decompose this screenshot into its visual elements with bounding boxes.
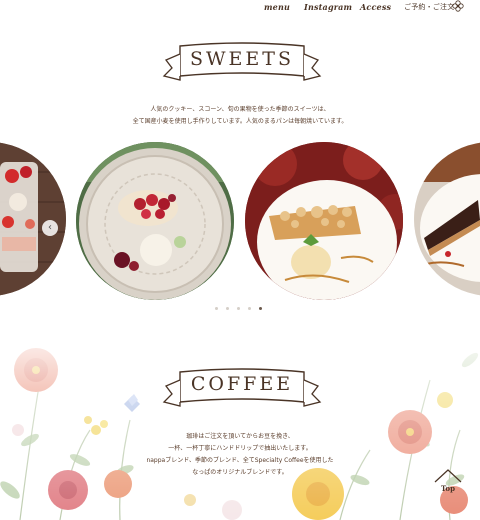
coffee-desc-line: 珈琲はご注文を頂いてからお豆を挽き、 <box>186 433 294 440</box>
carousel-prev-button[interactable]: ‹ <box>42 220 58 236</box>
coffee-desc-line: 一杯、一杯丁寧にハンドドリップで抽出いたします。 <box>168 445 312 452</box>
carousel-slide-crumble[interactable] <box>245 142 403 300</box>
flower-icon <box>452 0 464 12</box>
back-to-top-label: Top <box>441 484 455 493</box>
back-to-top-button[interactable]: Top <box>432 466 464 496</box>
coffee-desc-line: nappaブレンド、季節のブレンド、全てSpecialty Coffeeを使用し… <box>146 457 334 464</box>
carousel-slide-berry-dessert[interactable] <box>76 142 234 300</box>
sweets-carousel[interactable]: ‹ <box>0 140 480 310</box>
sweets-desc-line: 人気のクッキー、スコーン、旬の果物を使った季節のスイーツは、 <box>150 106 330 113</box>
nav-link-menu[interactable]: menu <box>264 2 290 12</box>
coffee-desc-line: なっぱのオリジナルブレンドです。 <box>192 469 288 476</box>
coffee-title: COFFEE <box>190 373 294 395</box>
carousel-slide-chocolate-tart[interactable] <box>414 142 480 296</box>
sweets-title: SWEETS <box>190 48 294 70</box>
floral-background <box>0 320 480 520</box>
crumble-image <box>245 142 403 300</box>
sweets-desc-line: 全て国産小麦を使用し手作りしています。人気のまるパンは毎朝焼いています。 <box>132 118 348 125</box>
nav-link-instagram[interactable]: Instagram <box>304 2 352 12</box>
coffee-heading: COFFEE <box>162 364 322 414</box>
carousel-dot[interactable] <box>237 307 240 310</box>
berry-dessert-image <box>76 142 234 300</box>
carousel-slide-parfait[interactable] <box>0 142 66 296</box>
parfait-image <box>0 142 66 296</box>
sweets-description: 人気のクッキー、スコーン、旬の果物を使った季節のスイーツは、 全て国産小麦を使用… <box>0 104 480 128</box>
carousel-dot[interactable] <box>215 307 218 310</box>
chocolate-tart-image <box>414 142 480 296</box>
chevron-up-icon <box>434 469 462 483</box>
sweets-heading: SWEETS <box>162 38 322 88</box>
nav-link-reserve[interactable]: ご予約・ご注文 <box>404 2 454 12</box>
coffee-description: 珈琲はご注文を頂いてからお豆を挽き、 一杯、一杯丁寧にハンドドリップで抽出いたし… <box>0 431 480 479</box>
carousel-dot-active[interactable] <box>259 307 262 310</box>
nav-link-access[interactable]: Access <box>360 2 391 12</box>
carousel-dot[interactable] <box>226 307 229 310</box>
carousel-dot[interactable] <box>248 307 251 310</box>
floral-illustration <box>0 320 480 520</box>
top-nav: menu Instagram Access ご予約・ご注文 <box>0 0 480 16</box>
